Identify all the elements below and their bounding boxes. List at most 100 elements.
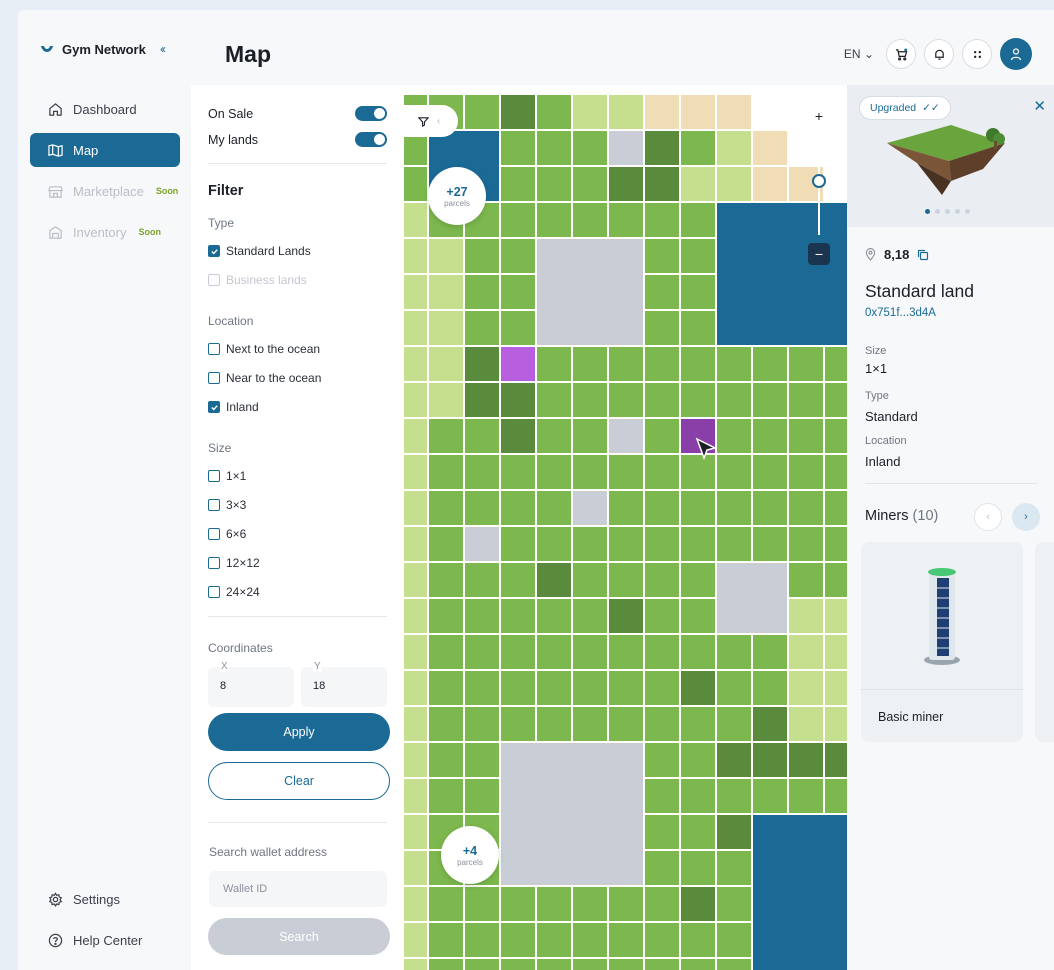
land-parcel[interactable] [465,887,499,921]
search-button[interactable]: Search [208,918,390,955]
checkbox-icon[interactable] [208,274,220,286]
apply-button[interactable]: Apply [208,713,390,751]
land-parcel[interactable] [717,347,751,381]
sidebar-item-marketplace[interactable]: Marketplace Soon [30,174,180,208]
land-parcel[interactable] [753,635,787,669]
land-parcel[interactable] [753,347,787,381]
brand[interactable]: Gym Network [40,42,146,57]
land-parcel[interactable] [645,527,679,561]
parcel-cluster[interactable]: +4 parcels [441,826,499,884]
land-parcel[interactable] [609,563,643,597]
land-parcel[interactable] [645,167,679,201]
land-parcel[interactable] [429,239,463,273]
checkbox-size-3x3[interactable]: 3×3 [208,498,246,512]
land-parcel[interactable] [609,383,643,417]
user-avatar[interactable] [1000,38,1032,70]
land-parcel[interactable] [404,455,427,489]
land-parcel[interactable] [537,131,571,165]
land-parcel[interactable] [825,779,847,813]
land-parcel[interactable] [465,311,499,345]
land-parcel[interactable] [429,779,463,813]
land-parcel[interactable] [429,959,463,970]
land-parcel[interactable] [537,671,571,705]
land-parcel[interactable] [645,815,679,849]
land-parcel[interactable] [753,743,787,777]
land-parcel[interactable] [573,383,607,417]
land-parcel[interactable] [501,635,535,669]
land-parcel[interactable] [681,743,715,777]
land-parcel[interactable] [645,959,679,970]
land-address-link[interactable]: 0x751f...3d4A [865,307,936,319]
land-parcel[interactable] [429,455,463,489]
land-parcel[interactable] [681,959,715,970]
land-parcel[interactable] [609,419,643,453]
land-parcel[interactable] [609,599,643,633]
land-parcel[interactable] [609,347,643,381]
land-parcel[interactable] [537,383,571,417]
land-parcel[interactable] [825,707,847,741]
land-parcel[interactable] [645,311,679,345]
land-parcel[interactable] [681,311,715,345]
land-parcel[interactable] [429,635,463,669]
land-parcel[interactable] [501,959,535,970]
land-parcel[interactable] [681,491,715,525]
land-parcel[interactable] [429,383,463,417]
land-parcel[interactable] [681,347,715,381]
land-parcel[interactable] [537,923,571,957]
land-parcel[interactable] [609,923,643,957]
land-parcel[interactable] [789,527,823,561]
land-parcel[interactable] [717,383,751,417]
land-parcel[interactable] [404,527,427,561]
land-parcel[interactable] [429,527,463,561]
checkbox-next-to-ocean[interactable]: Next to the ocean [208,342,320,356]
land-parcel[interactable] [465,95,499,129]
land-parcel[interactable] [537,635,571,669]
land-parcel[interactable] [501,707,535,741]
land-parcel[interactable] [645,491,679,525]
land-parcel[interactable] [645,383,679,417]
land-parcel[interactable] [404,707,427,741]
land-parcel[interactable] [404,203,427,237]
land-parcel[interactable] [645,131,679,165]
land-parcel[interactable] [573,923,607,957]
sidebar-item-settings[interactable]: Settings [30,882,180,916]
land-parcel[interactable] [573,599,607,633]
land-parcel[interactable] [501,923,535,957]
land-parcel[interactable] [465,779,499,813]
land-parcel[interactable] [789,383,823,417]
checkbox-icon[interactable] [208,343,220,355]
land-parcel[interactable] [537,959,571,970]
x-coordinate-field[interactable]: X 8 [208,662,294,707]
land-parcel[interactable] [429,743,463,777]
land-parcel[interactable] [717,635,751,669]
wallet-id-input[interactable] [209,871,387,907]
land-parcel[interactable] [681,635,715,669]
land-parcel[interactable] [717,743,751,777]
land-parcel[interactable] [825,635,847,669]
land-parcel[interactable] [681,815,715,849]
carousel-dots[interactable] [925,209,970,214]
land-parcel[interactable] [717,491,751,525]
land-parcel[interactable] [681,599,715,633]
land-parcel[interactable] [753,455,787,489]
notifications-button[interactable] [924,39,954,69]
land-parcel[interactable] [465,491,499,525]
land-parcel[interactable] [465,635,499,669]
land-parcel[interactable] [717,959,751,970]
land-parcel[interactable] [537,563,571,597]
land-parcel[interactable] [404,491,427,525]
carousel-dot[interactable] [925,209,930,214]
land-parcel[interactable] [645,347,679,381]
land-parcel[interactable] [753,167,787,201]
close-icon[interactable]: ✕ [1033,97,1046,115]
large-parcel[interactable] [501,743,643,885]
land-parcel[interactable] [537,455,571,489]
land-parcel[interactable] [609,635,643,669]
land-parcel[interactable] [681,167,715,201]
land-parcel[interactable] [717,851,751,885]
land-parcel[interactable] [501,671,535,705]
land-parcel[interactable] [753,419,787,453]
land-parcel[interactable] [501,887,535,921]
land-parcel[interactable] [645,851,679,885]
miners-next-button[interactable]: › [1012,503,1040,531]
